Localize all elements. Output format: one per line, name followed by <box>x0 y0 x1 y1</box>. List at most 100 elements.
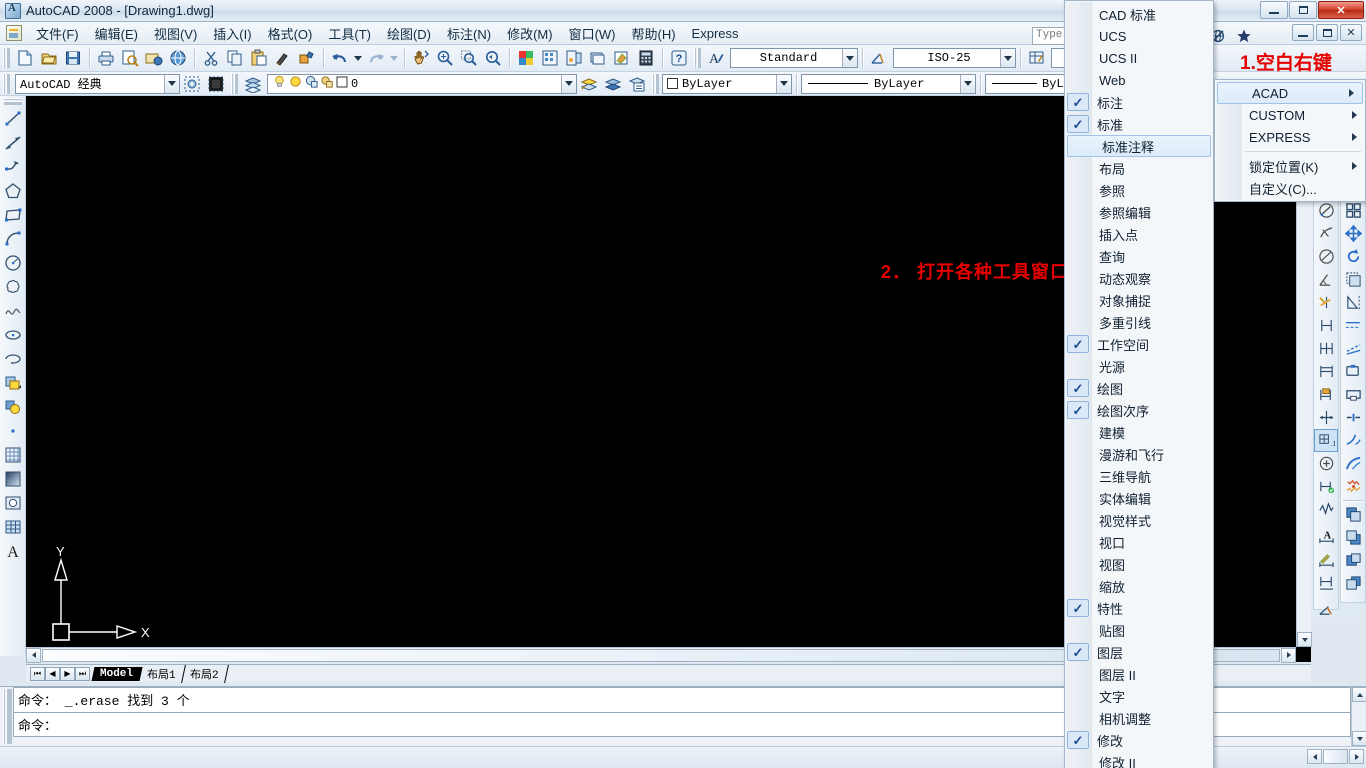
toolbars-menu-item[interactable]: 建模 <box>1065 421 1213 443</box>
designcenter-icon[interactable] <box>538 47 562 70</box>
draworder-front-icon[interactable] <box>1341 503 1365 526</box>
favorites-icon[interactable] <box>1232 24 1256 47</box>
pan-icon[interactable] <box>409 47 433 70</box>
plot-preview-icon[interactable] <box>118 47 142 70</box>
toolbars-menu-item[interactable]: 视图 <box>1065 553 1213 575</box>
toolbar-grip[interactable] <box>652 73 659 94</box>
circle-icon[interactable] <box>1 251 25 275</box>
save-icon[interactable] <box>61 47 85 70</box>
match-properties-icon[interactable] <box>271 47 295 70</box>
menu-insert[interactable]: 插入(I) <box>205 22 259 45</box>
toolbars-menu-item[interactable]: ✓ 图层 <box>1065 641 1213 663</box>
make-block-icon[interactable] <box>1 395 25 419</box>
hatch-icon[interactable] <box>1 443 25 467</box>
layer-combo[interactable]: 0 <box>267 73 577 94</box>
cmd-scroll-up-button[interactable] <box>1352 687 1366 702</box>
toolbars-menu-item[interactable]: 三维导航 <box>1065 465 1213 487</box>
toolbars-menu-item[interactable]: 标准注释 <box>1067 135 1211 157</box>
tool-palettes-icon[interactable] <box>562 47 586 70</box>
toolbars-menu-item[interactable]: 相机调整 <box>1065 707 1213 729</box>
toolbars-menu-item[interactable]: UCS II <box>1065 47 1213 69</box>
block-editor-icon[interactable] <box>295 47 319 70</box>
linear-dim-icon[interactable] <box>1314 199 1338 222</box>
table-style-icon[interactable] <box>1025 47 1049 70</box>
dim-style-control-icon[interactable] <box>1314 571 1338 594</box>
tolerance-icon[interactable] <box>1314 452 1338 475</box>
linetype-combo[interactable]: ByLayer <box>801 73 976 94</box>
chevron-down-icon[interactable] <box>164 74 179 93</box>
dim-update-icon[interactable] <box>1314 548 1338 571</box>
chevron-down-icon[interactable] <box>776 74 791 93</box>
layout-tab-model[interactable]: Model <box>91 666 143 681</box>
menu-express[interactable]: Express <box>684 24 747 43</box>
layer-states-icon[interactable] <box>625 72 649 95</box>
new-icon[interactable] <box>13 47 37 70</box>
layer-properties-icon[interactable] <box>241 72 265 95</box>
toolbars-menu-item[interactable]: CAD 标准 <box>1065 3 1213 25</box>
layout-tab-layout1[interactable]: 布局1 <box>138 664 186 683</box>
zoom-realtime-icon[interactable] <box>433 47 457 70</box>
submenu-item-lock-position[interactable]: 锁定位置(K) <box>1215 155 1365 177</box>
dim-style-dialog-icon[interactable] <box>1314 598 1338 621</box>
array-icon[interactable] <box>1341 337 1365 360</box>
line-icon[interactable] <box>1 107 25 131</box>
submenu-item-express[interactable]: EXPRESS <box>1215 126 1365 148</box>
erase-icon[interactable] <box>1341 199 1365 222</box>
toolbars-menu-item[interactable]: 光源 <box>1065 355 1213 377</box>
undo-icon[interactable] <box>328 47 352 70</box>
inner-close-button[interactable]: ✕ <box>1340 24 1362 41</box>
calculator-icon[interactable] <box>634 47 658 70</box>
prev-layout-button[interactable]: ◀ <box>45 666 60 681</box>
point-icon[interactable] <box>1 419 25 443</box>
toolbars-menu-item[interactable]: 修改 II <box>1065 751 1213 768</box>
toolbars-menu-item[interactable]: ✓ 修改 <box>1065 729 1213 751</box>
menu-draw[interactable]: 绘图(D) <box>379 22 439 45</box>
workspace-settings-icon[interactable] <box>180 72 204 95</box>
menu-format[interactable]: 格式(O) <box>260 22 321 45</box>
plot-layer-icon[interactable] <box>320 74 335 93</box>
toolbars-menu-item[interactable]: 参照编辑 <box>1065 201 1213 223</box>
submenu-item-customize[interactable]: 自定义(C)... <box>1215 177 1365 199</box>
toolbars-menu-item[interactable]: 实体编辑 <box>1065 487 1213 509</box>
ellipse-icon[interactable] <box>1 323 25 347</box>
copy-icon[interactable] <box>223 47 247 70</box>
spline-icon[interactable] <box>1 299 25 323</box>
ellipse-arc-icon[interactable] <box>1 347 25 371</box>
toolbars-menu-item[interactable]: ✓ 标准 <box>1065 113 1213 135</box>
workspace-combo[interactable]: AutoCAD 经典 <box>15 73 180 94</box>
toolbars-context-menu[interactable]: CAD 标准 UCS UCS II Web ✓ 标注 ✓ 标准 标准注释 布局 参照 参照编辑 插入点查… <box>1064 0 1214 768</box>
open-icon[interactable] <box>37 47 61 70</box>
chevron-down-icon[interactable] <box>960 74 975 93</box>
toolbar-grip[interactable] <box>231 73 238 94</box>
scroll-right-button[interactable] <box>1281 647 1296 663</box>
draworder-above-icon[interactable] <box>1341 549 1365 572</box>
chevron-down-icon[interactable] <box>561 74 576 93</box>
angular-dim-icon[interactable] <box>1314 360 1338 383</box>
redo-icon[interactable] <box>364 47 388 70</box>
toolbars-menu-item[interactable]: ✓ 特性 <box>1065 597 1213 619</box>
break-icon[interactable] <box>1341 475 1365 498</box>
chevron-down-icon[interactable] <box>1000 49 1015 67</box>
rotate-icon[interactable] <box>1341 245 1365 268</box>
dim-text-edit-icon[interactable]: A <box>1314 525 1338 548</box>
toolbars-menu-item[interactable]: 图层 II <box>1065 663 1213 685</box>
maximize-button[interactable] <box>1289 1 1317 19</box>
multiline-text-icon[interactable]: A <box>1 539 25 563</box>
mirror-icon[interactable] <box>1341 291 1365 314</box>
layer-previous-icon[interactable] <box>577 72 601 95</box>
toolbars-menu-item[interactable]: 缩放 <box>1065 575 1213 597</box>
undo-dropdown-icon[interactable] <box>352 47 364 70</box>
publish-icon[interactable] <box>142 47 166 70</box>
toolbars-menu-item[interactable]: 漫游和飞行 <box>1065 443 1213 465</box>
toolbars-menu-item[interactable]: UCS <box>1065 25 1213 47</box>
dim-edit-icon[interactable] <box>1314 498 1338 521</box>
help-icon[interactable]: ? <box>667 47 691 70</box>
insert-block-icon[interactable] <box>1 371 25 395</box>
scroll-left-button[interactable] <box>26 647 41 663</box>
arc-length-dim-icon[interactable] <box>1314 245 1338 268</box>
menu-view[interactable]: 视图(V) <box>146 22 205 45</box>
status-scroll-right-button[interactable] <box>1349 749 1364 764</box>
my-workspace-icon[interactable] <box>204 72 228 95</box>
zoom-previous-icon[interactable] <box>481 47 505 70</box>
construction-line-icon[interactable] <box>1 131 25 155</box>
